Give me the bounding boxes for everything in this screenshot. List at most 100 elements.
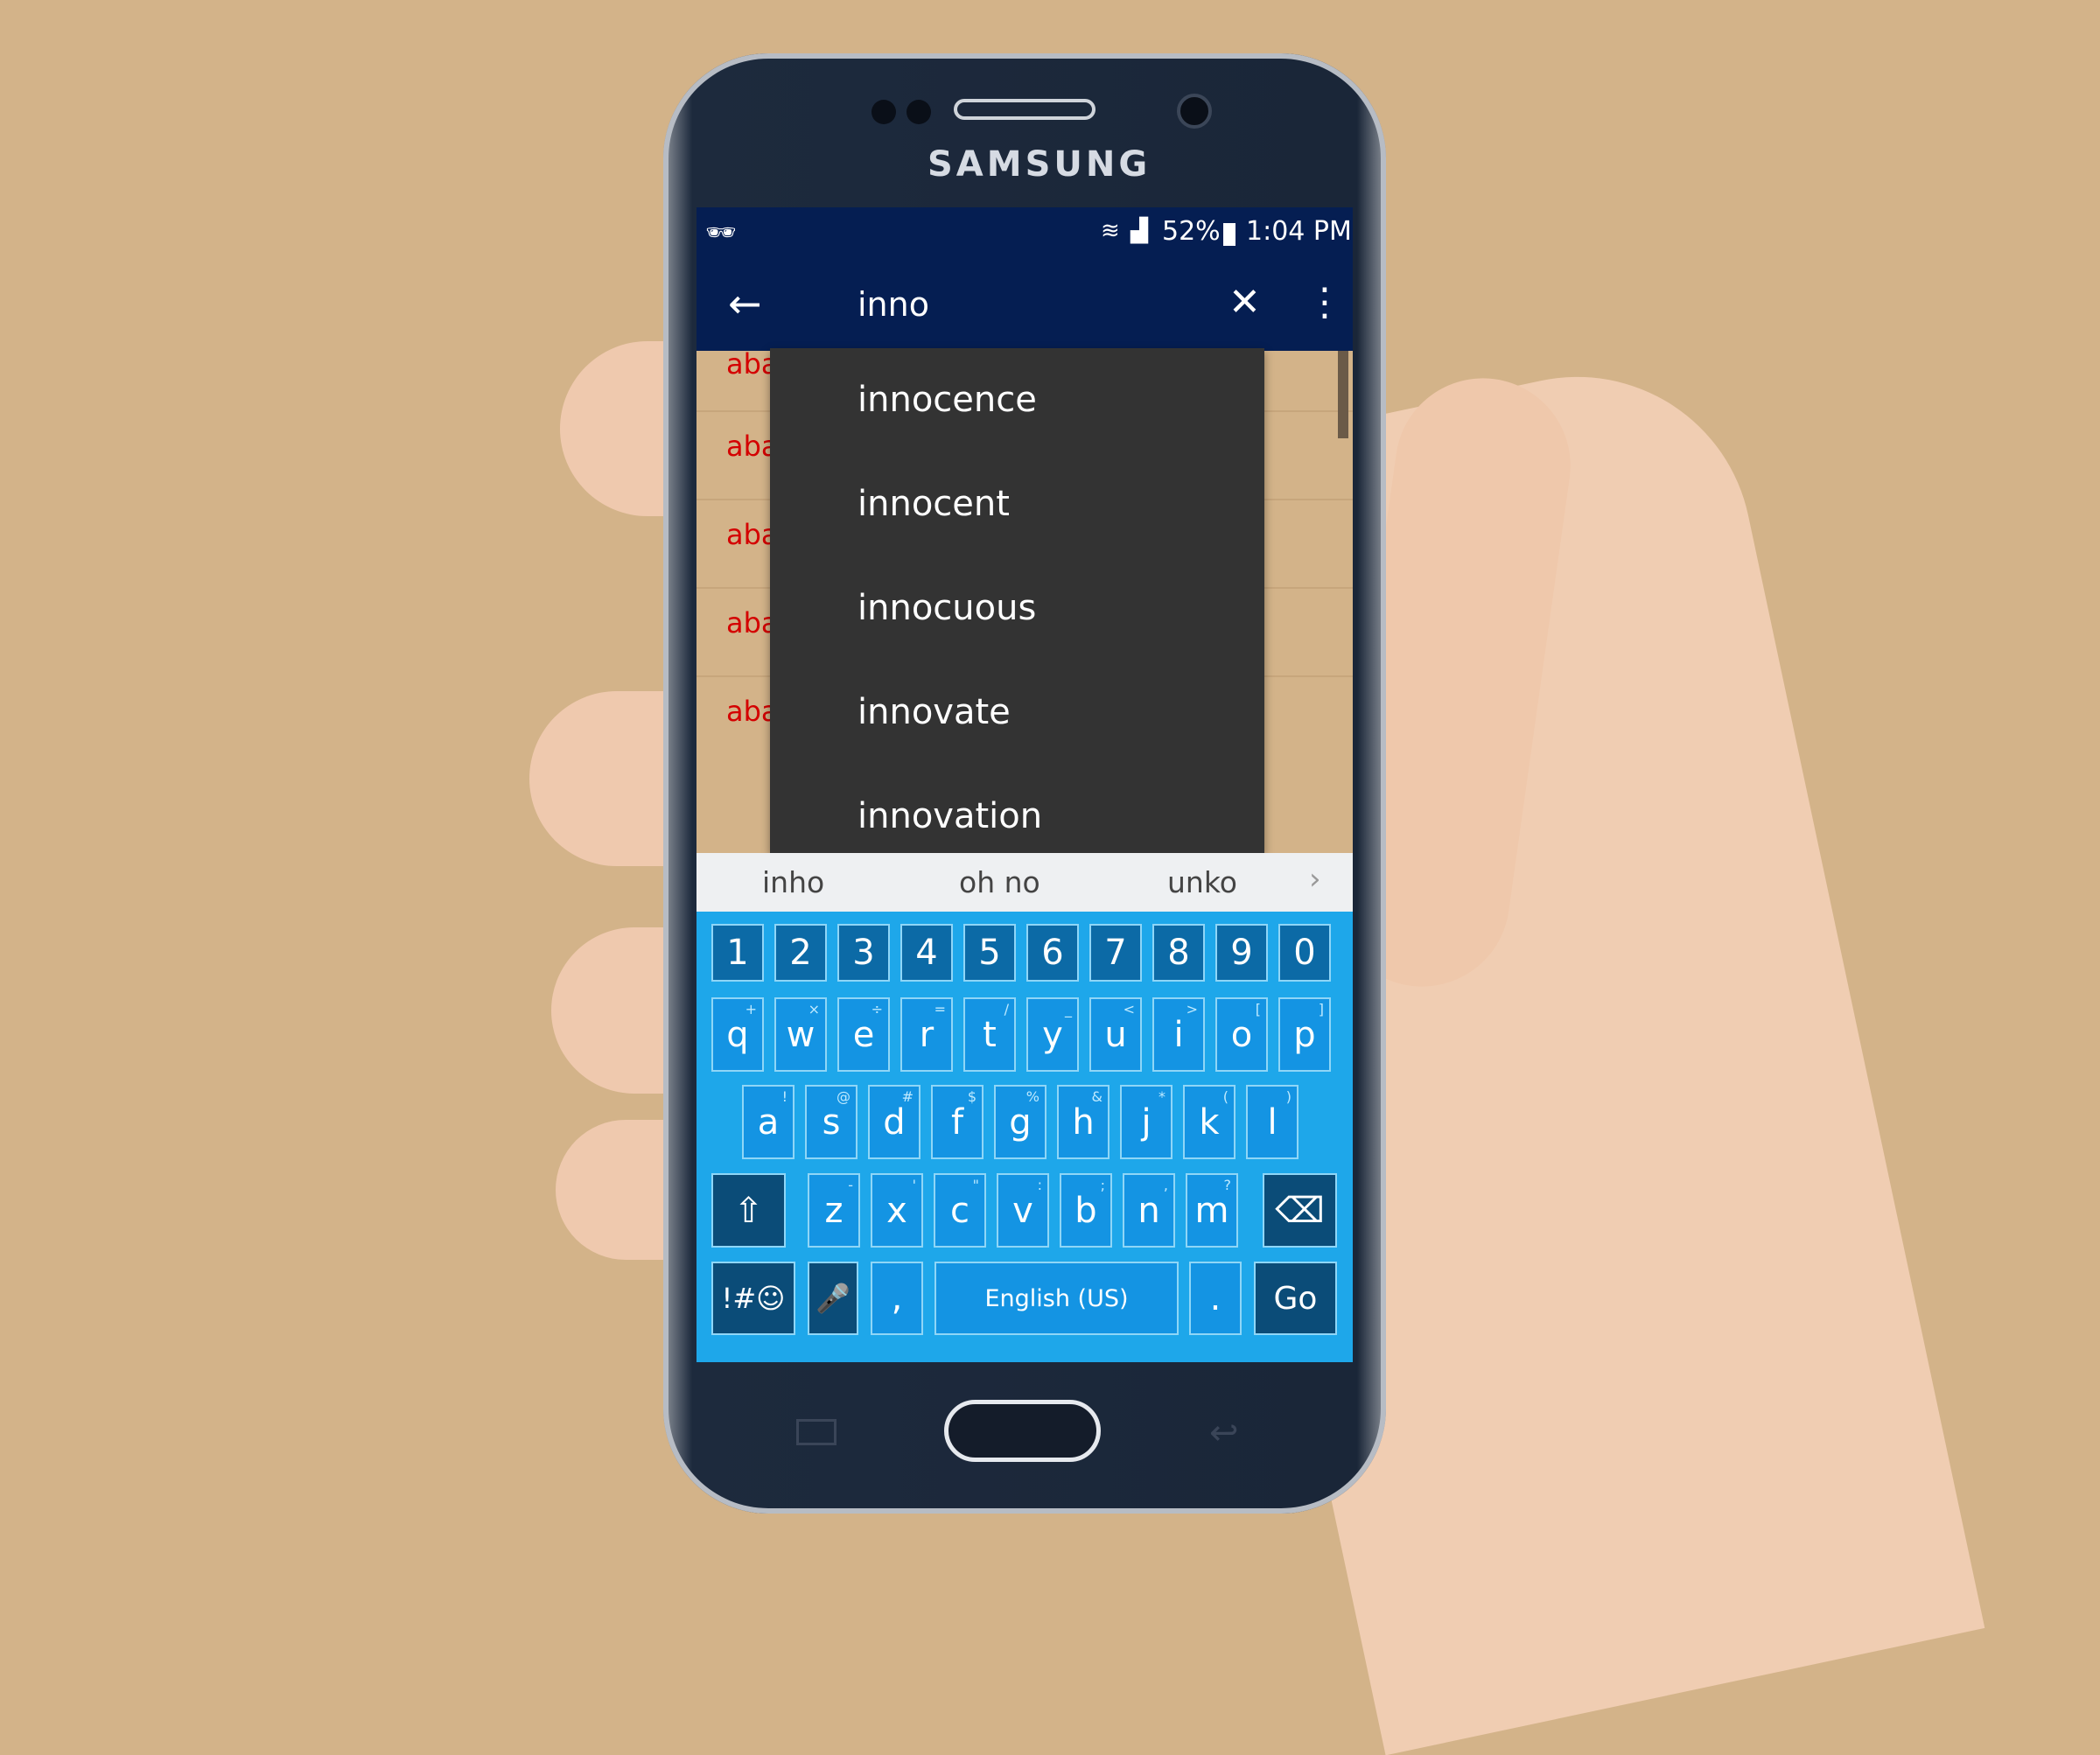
key-x[interactable]: x '	[871, 1173, 923, 1248]
key-secondary-label: <	[1123, 1001, 1135, 1017]
key-secondary-label: &	[1091, 1088, 1102, 1105]
key-m[interactable]: m?	[1186, 1173, 1238, 1248]
key-q[interactable]: q +	[711, 997, 764, 1072]
key-secondary-label: =	[934, 1001, 946, 1017]
key-e[interactable]: e ÷	[837, 997, 890, 1072]
key-2[interactable]: 2	[774, 924, 827, 982]
key-6[interactable]: 6	[1026, 924, 1079, 982]
key-g[interactable]: g%	[994, 1085, 1046, 1159]
comma-key[interactable]: ,	[871, 1262, 923, 1335]
keyboard: 1 2 3 4 5 6 7 8 9 0 q + w × e ÷ r = t / y _ u < i > o[p] a! s @ d # f $ g%…	[696, 912, 1353, 1362]
key-label: r	[919, 1014, 934, 1055]
period-key[interactable]: .	[1189, 1262, 1242, 1335]
go-key[interactable]: Go	[1254, 1262, 1337, 1335]
recent-apps-icon[interactable]	[796, 1419, 836, 1445]
key-c[interactable]: c "	[934, 1173, 986, 1248]
close-icon[interactable]: ✕	[1228, 280, 1261, 325]
key-t[interactable]: t /	[963, 997, 1016, 1072]
arrow-left-icon[interactable]: ←	[728, 280, 762, 327]
key-3[interactable]: 3	[837, 924, 890, 982]
key-label: v	[1012, 1190, 1033, 1231]
key-0[interactable]: 0	[1278, 924, 1331, 982]
suggestion-item[interactable]: innocuous	[858, 588, 1036, 628]
sensor	[872, 100, 896, 124]
key-v[interactable]: v:	[997, 1173, 1049, 1248]
home-button[interactable]	[944, 1400, 1101, 1462]
incognito-icon: 🕶	[705, 218, 737, 247]
key-label: o	[1230, 1014, 1253, 1055]
key-p[interactable]: p]	[1278, 997, 1331, 1072]
key-label: m	[1194, 1190, 1229, 1231]
key-label: q	[726, 1014, 749, 1055]
key-secondary-label: ;	[1100, 1177, 1105, 1193]
key-n[interactable]: n,	[1123, 1173, 1175, 1248]
key-b[interactable]: b;	[1060, 1173, 1112, 1248]
key-j[interactable]: j *	[1120, 1085, 1172, 1159]
search-input[interactable]: inno	[858, 285, 929, 324]
key-label: h	[1072, 1101, 1095, 1143]
key-h[interactable]: h &	[1057, 1085, 1110, 1159]
backspace-key[interactable]: ⌫	[1263, 1173, 1337, 1248]
key-label: n	[1138, 1190, 1160, 1231]
key-secondary-label: "	[972, 1177, 979, 1193]
key-4[interactable]: 4	[900, 924, 953, 982]
key-label: p	[1293, 1014, 1316, 1055]
key-label: 9	[1230, 933, 1253, 973]
suggestion-item[interactable]: innocent	[858, 484, 1010, 524]
symbols-key[interactable]: !#☺	[711, 1262, 795, 1335]
key-label: 6	[1041, 933, 1064, 973]
key-label: 3	[852, 933, 875, 973]
key-s[interactable]: s @	[805, 1085, 858, 1159]
key-secondary-label: ?	[1223, 1177, 1232, 1193]
more-vert-icon[interactable]: ⋮	[1306, 280, 1344, 325]
key-label: w	[786, 1014, 816, 1055]
suggestion-item[interactable]: innovate	[858, 692, 1011, 732]
key-k[interactable]: k(	[1183, 1085, 1236, 1159]
key-r[interactable]: r =	[900, 997, 953, 1072]
key-o[interactable]: o[	[1215, 997, 1268, 1072]
key-y[interactable]: y _	[1026, 997, 1079, 1072]
key-label: x	[886, 1190, 907, 1231]
key-8[interactable]: 8	[1152, 924, 1205, 982]
backspace-icon: ⌫	[1275, 1190, 1325, 1231]
key-label: e	[852, 1014, 875, 1055]
voice-input-key[interactable]: 🎤	[808, 1262, 858, 1335]
key-label: Go	[1273, 1280, 1318, 1317]
shift-key[interactable]: ⇧	[711, 1173, 786, 1248]
key-z[interactable]: z-	[808, 1173, 860, 1248]
key-l[interactable]: l)	[1246, 1085, 1298, 1159]
key-secondary-label: '	[912, 1177, 916, 1193]
key-label: f	[950, 1101, 964, 1143]
key-1[interactable]: 1	[711, 924, 764, 982]
key-9[interactable]: 9	[1215, 924, 1268, 982]
key-u[interactable]: u <	[1089, 997, 1142, 1072]
key-5[interactable]: 5	[963, 924, 1016, 982]
key-label: g	[1009, 1101, 1032, 1143]
scrollbar[interactable]	[1338, 351, 1348, 438]
suggestion-item[interactable]: innovation	[858, 796, 1042, 836]
key-i[interactable]: i >	[1152, 997, 1205, 1072]
word-suggestion[interactable]: unko	[1167, 865, 1237, 899]
word-suggestion[interactable]: inho	[762, 865, 824, 899]
brand-logo: SAMSUNG	[928, 144, 1152, 185]
battery-icon	[1223, 223, 1236, 246]
key-f[interactable]: f $	[931, 1085, 984, 1159]
front-camera	[1177, 94, 1212, 129]
key-label: u	[1104, 1014, 1127, 1055]
key-7[interactable]: 7	[1089, 924, 1142, 982]
space-key[interactable]: English (US)	[934, 1262, 1179, 1335]
key-label: !#☺	[721, 1282, 786, 1315]
back-nav-icon[interactable]: ↩	[1209, 1413, 1239, 1453]
suggestion-item[interactable]: innocence	[858, 380, 1037, 420]
key-secondary-label: -	[848, 1177, 853, 1193]
key-w[interactable]: w ×	[774, 997, 827, 1072]
key-label: English (US)	[984, 1284, 1129, 1312]
chevron-right-icon[interactable]: ›	[1309, 862, 1321, 897]
key-secondary-label: ×	[808, 1001, 820, 1017]
key-d[interactable]: d #	[868, 1085, 920, 1159]
key-label: .	[1209, 1278, 1222, 1318]
key-label: t	[983, 1014, 997, 1055]
word-suggestion[interactable]: oh no	[959, 865, 1040, 899]
key-a[interactable]: a!	[742, 1085, 794, 1159]
key-label: d	[883, 1101, 906, 1143]
